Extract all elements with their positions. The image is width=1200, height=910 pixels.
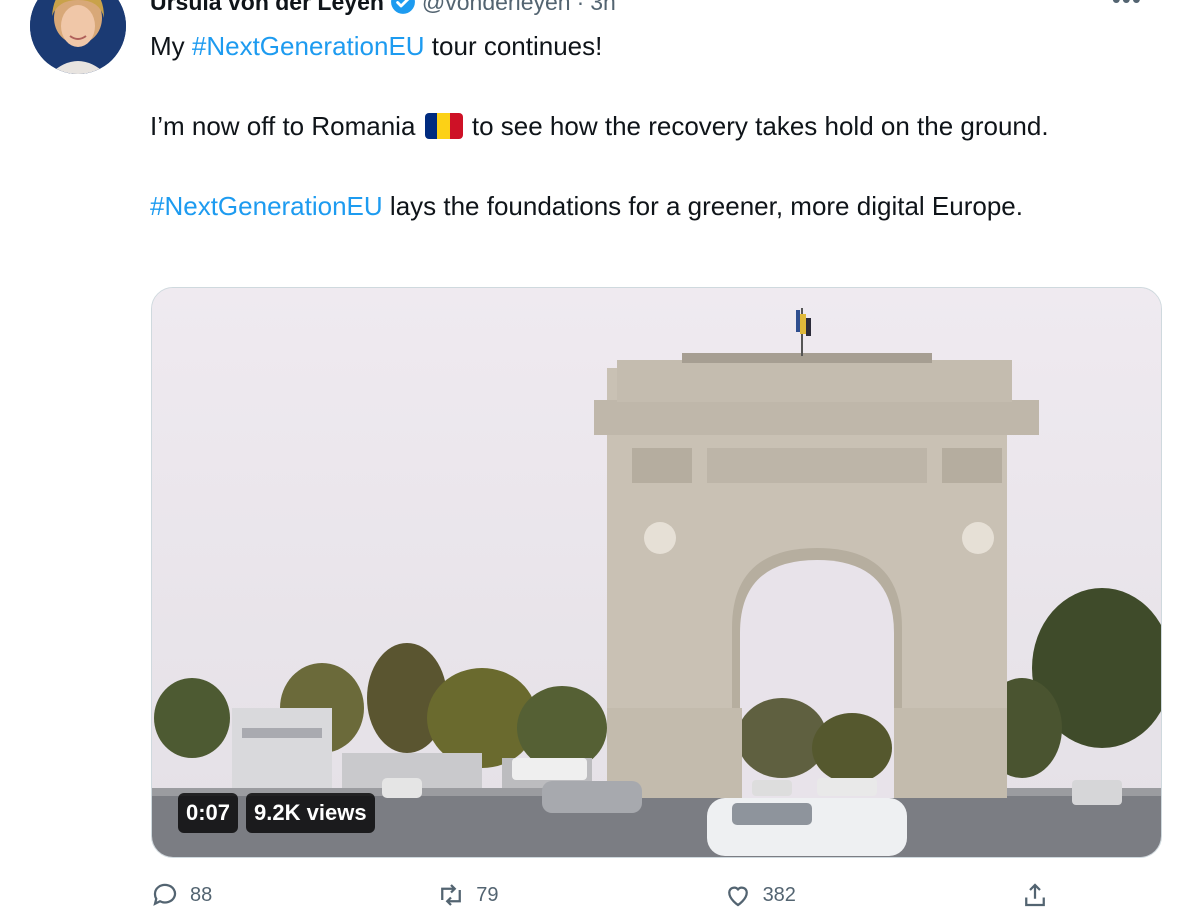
retweet-button[interactable]: 79 [436,880,499,910]
text-segment: to see how the recovery takes hold on th… [464,111,1049,141]
share-button[interactable] [1020,880,1050,910]
romania-flag-icon [424,113,463,139]
video-frame [152,288,1161,857]
video-views: 9.2K views [246,793,375,833]
tweet-line-1: My #NextGenerationEU tour continues! [150,26,1180,66]
tweet-line-2: I’m now off to Romania to see how the re… [150,106,1180,146]
tweet-text: My #NextGenerationEU tour continues! I’m… [150,26,1180,226]
text-segment: tour continues! [424,31,603,61]
avatar[interactable] [30,0,126,74]
tweet-line-3: #NextGenerationEU lays the foundations f… [150,186,1180,226]
share-icon [1025,883,1045,907]
text-segment: My [150,31,192,61]
tweet-header: Ursula von der Leyen @vonderleyen · 3h [150,0,616,16]
text-segment: lays the foundations for a greener, more… [382,191,1023,221]
retweet-count: 79 [476,883,499,906]
reply-count: 88 [190,883,213,906]
timestamp[interactable]: 3h [590,0,616,16]
tweet-actions: 88 79 382 [150,880,1050,910]
verified-icon [390,0,416,15]
hashtag-link[interactable]: #NextGenerationEU [150,191,383,221]
video-stats: 0:07 9.2K views [178,793,375,833]
author-name[interactable]: Ursula von der Leyen [150,0,384,16]
more-icon[interactable]: ••• [1112,0,1142,15]
separator-dot: · [576,0,585,15]
author-handle[interactable]: @vonderleyen [422,0,571,16]
hashtag-link[interactable]: #NextGenerationEU [192,31,425,61]
reply-icon [153,883,177,906]
reply-button[interactable]: 88 [150,880,212,910]
retweet-icon [441,884,462,906]
text-segment: I’m now off to Romania [150,111,423,141]
video-player[interactable]: 0:07 9.2K views [151,287,1162,858]
like-button[interactable]: 382 [723,880,796,910]
video-duration: 0:07 [178,793,239,833]
like-count: 382 [762,883,796,906]
heart-icon [727,886,748,907]
